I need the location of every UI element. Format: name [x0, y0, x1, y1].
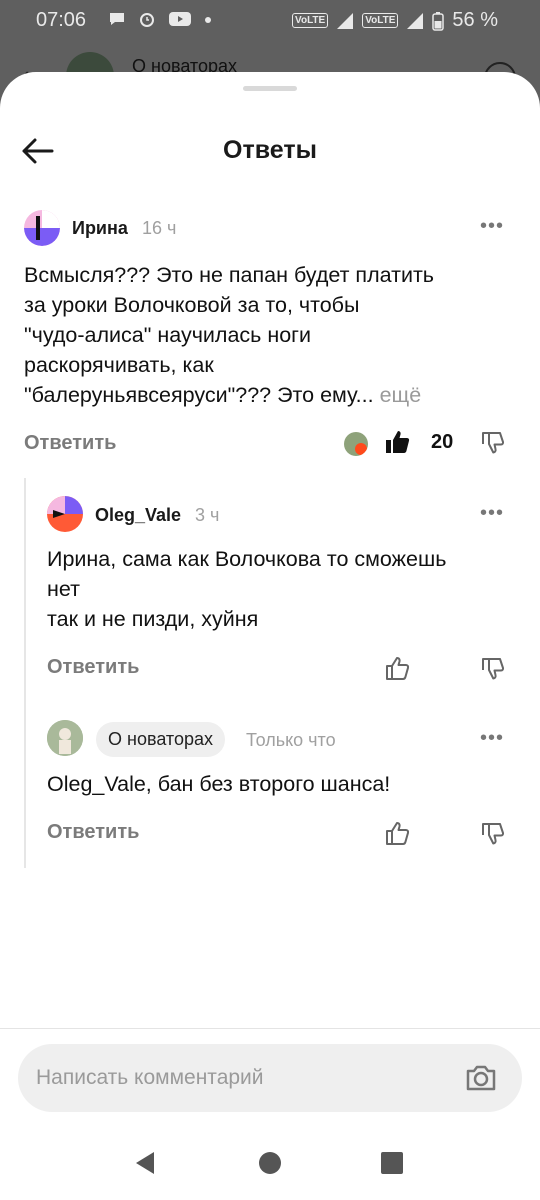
- comment-input-placeholder: Написать комментарий: [36, 1066, 264, 1089]
- notification-icons: [108, 10, 212, 28]
- channel-author-chip[interactable]: О новаторах: [96, 722, 226, 757]
- replies-sheet: Ответы Ирина 16 ч ••• Всмысля??? Это не …: [0, 72, 540, 1200]
- comment-text: Oleg_Vale, бан без второго шанса!: [47, 769, 517, 799]
- comment-time: Только что: [246, 730, 336, 750]
- status-time: 07:06: [36, 9, 87, 31]
- reply-button[interactable]: Ответить: [47, 821, 139, 844]
- volte-badge-1: VoLTE: [292, 13, 329, 28]
- nav-back-icon[interactable]: [132, 1150, 158, 1176]
- battery-icon: [432, 11, 445, 31]
- comment-channel: О новаторах Только что ••• Oleg_Vale, ба…: [0, 72, 540, 872]
- comment-input[interactable]: Написать комментарий: [18, 1044, 522, 1112]
- youtube-icon: [169, 12, 191, 26]
- camera-icon[interactable]: [464, 1061, 498, 1095]
- comment-line: Oleg_Vale, бан без второго шанса!: [47, 772, 391, 796]
- status-bar: 07:06 VoLTE VoLTE 56 %: [0, 0, 540, 42]
- system-nav-bar: [0, 1128, 540, 1200]
- avatar-channel-icon: [47, 720, 83, 756]
- alarm-icon: [140, 13, 154, 27]
- more-dots-icon[interactable]: •••: [480, 727, 504, 750]
- volte-badge-2: VoLTE: [362, 13, 399, 28]
- thumb-down-icon[interactable]: [480, 821, 506, 847]
- avatar[interactable]: [47, 720, 83, 756]
- battery-level: 56 %: [452, 9, 498, 31]
- thumb-up-icon[interactable]: [384, 820, 410, 846]
- input-divider: [0, 1028, 540, 1029]
- signal-icon-2: [407, 12, 424, 29]
- chat-bubble-icon: [110, 13, 124, 25]
- signal-icon-1: [337, 12, 354, 29]
- nav-home-icon[interactable]: [258, 1151, 282, 1175]
- nav-recents-icon[interactable]: [380, 1151, 404, 1175]
- dot-icon: [205, 17, 211, 23]
